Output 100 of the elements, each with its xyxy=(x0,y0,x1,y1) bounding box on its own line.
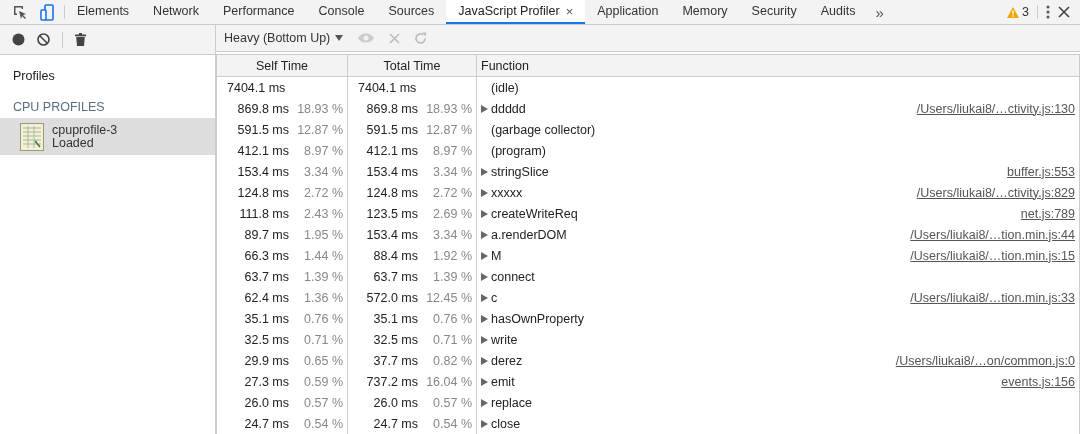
percent-value: 2.72 % xyxy=(432,185,472,200)
time-value: 737.2 ms xyxy=(366,374,418,389)
view-mode-dropdown[interactable]: Heavy (Bottom Up) xyxy=(224,31,344,45)
time-value: 35.1 ms xyxy=(244,311,289,326)
percent-value: 18.93 % xyxy=(425,101,472,116)
time-value: 35.1 ms xyxy=(373,311,418,326)
close-icon[interactable] xyxy=(1058,6,1070,18)
device-toolbar-icon[interactable] xyxy=(40,3,54,21)
time-value: 123.5 ms xyxy=(366,206,418,221)
percent-value: 0.82 % xyxy=(432,353,472,368)
panel-tab[interactable]: JavaScript Profiler × xyxy=(446,0,586,24)
percent-value: 0.65 % xyxy=(303,353,343,368)
function-name: (idle) xyxy=(491,80,519,95)
expand-arrow-icon[interactable] xyxy=(481,209,488,218)
time-value: 37.7 ms xyxy=(373,353,418,368)
expand-arrow-icon[interactable] xyxy=(481,335,488,344)
function-name: write xyxy=(491,332,518,347)
function-name: close xyxy=(491,416,521,431)
percent-value: 2.72 % xyxy=(303,185,343,200)
time-value: 412.1 ms xyxy=(366,143,418,158)
time-value: 591.5 ms xyxy=(366,122,418,137)
time-value: 124.8 ms xyxy=(366,185,418,200)
time-value: 153.4 ms xyxy=(366,164,418,179)
percent-value: 1.92 % xyxy=(432,248,472,263)
source-link[interactable]: /Users/liukai8/…tion.min.js:44 xyxy=(910,227,1075,242)
function-name: emit xyxy=(491,374,515,389)
expand-arrow-icon[interactable] xyxy=(481,167,488,176)
function-name: M xyxy=(491,248,502,263)
trash-icon[interactable] xyxy=(75,33,86,46)
time-value: 29.9 ms xyxy=(244,353,289,368)
panel-tab[interactable]: Audits xyxy=(808,0,868,24)
column-header[interactable]: Total Time xyxy=(347,54,477,77)
time-value: 591.5 ms xyxy=(237,122,289,137)
time-value: 869.8 ms xyxy=(366,101,418,116)
percent-value: 0.76 % xyxy=(303,311,343,326)
panel-tab[interactable]: Console xyxy=(306,0,377,24)
percent-value: 16.04 % xyxy=(425,374,472,389)
panel-tab[interactable]: Network xyxy=(141,0,211,24)
source-link[interactable]: net.js:789 xyxy=(1020,206,1075,221)
function-name: derez xyxy=(491,353,523,368)
record-icon[interactable] xyxy=(12,33,25,46)
function-name: a.renderDOM xyxy=(491,227,567,242)
percent-value: 8.97 % xyxy=(303,143,343,158)
expand-arrow-icon[interactable] xyxy=(481,230,488,239)
time-value: 7404.1 ms xyxy=(227,80,286,95)
time-value: 32.5 ms xyxy=(373,332,418,347)
profiles-heading: Profiles xyxy=(12,68,56,85)
time-value: 63.7 ms xyxy=(244,269,289,284)
clear-icon[interactable] xyxy=(37,33,50,46)
inspect-element-icon[interactable] xyxy=(12,4,28,20)
expand-arrow-icon[interactable] xyxy=(481,293,488,302)
time-value: 412.1 ms xyxy=(237,143,289,158)
percent-value: 0.71 % xyxy=(303,332,343,347)
section-heading: CPU PROFILES xyxy=(12,99,106,116)
time-value: 111.8 ms xyxy=(239,206,289,221)
expand-arrow-icon[interactable] xyxy=(481,188,488,197)
percent-value: 0.57 % xyxy=(432,395,472,410)
percent-value: 0.71 % xyxy=(432,332,472,347)
panel-tab[interactable]: Security xyxy=(739,0,809,24)
source-link[interactable]: /Users/liukai8/…ctivity.js:130 xyxy=(916,101,1075,116)
function-name: stringSlice xyxy=(491,164,549,179)
warning-count[interactable]: 3 xyxy=(1022,5,1029,19)
panel-tab[interactable]: Elements xyxy=(65,0,142,24)
column-header[interactable]: Self Time xyxy=(216,54,348,77)
time-value: 32.5 ms xyxy=(244,332,289,347)
source-link[interactable]: /Users/liukai8/…ctivity.js:829 xyxy=(916,185,1075,200)
time-value: 66.3 ms xyxy=(244,248,289,263)
source-link[interactable]: events.js:156 xyxy=(1001,374,1075,389)
percent-value: 0.54 % xyxy=(303,416,343,431)
time-value: 89.7 ms xyxy=(244,227,289,242)
profile-item[interactable]: cpuprofile-3 Loaded xyxy=(0,118,215,155)
panel-tab[interactable]: Application xyxy=(585,0,671,24)
more-tabs-button[interactable]: » xyxy=(867,0,892,24)
expand-arrow-icon[interactable] xyxy=(481,104,488,113)
percent-value: 3.34 % xyxy=(432,227,472,242)
percent-value: 0.76 % xyxy=(432,311,472,326)
time-value: 62.4 ms xyxy=(244,290,289,305)
percent-value: 0.54 % xyxy=(432,416,472,431)
time-value: 24.7 ms xyxy=(373,416,418,431)
expand-arrow-icon[interactable] xyxy=(481,398,488,407)
expand-arrow-icon[interactable] xyxy=(481,272,488,281)
panel-tab[interactable]: Memory xyxy=(670,0,740,24)
expand-arrow-icon[interactable] xyxy=(481,251,488,260)
source-link[interactable]: buffer.js:553 xyxy=(1007,164,1075,179)
expand-arrow-icon[interactable] xyxy=(481,419,488,428)
panel-tab[interactable]: Sources xyxy=(376,0,447,24)
source-link[interactable]: /Users/liukai8/…tion.min.js:33 xyxy=(910,290,1075,305)
time-value: 153.4 ms xyxy=(366,227,418,242)
expand-arrow-icon[interactable] xyxy=(481,377,488,386)
expand-arrow-icon[interactable] xyxy=(481,356,488,365)
source-link[interactable]: /Users/liukai8/…tion.min.js:15 xyxy=(910,248,1075,263)
more-options-icon[interactable] xyxy=(1046,5,1050,19)
function-name: xxxxx xyxy=(491,185,523,200)
panel-tab[interactable]: Performance xyxy=(210,0,307,24)
percent-value: 12.45 % xyxy=(425,290,472,305)
column-header[interactable]: Function xyxy=(476,54,1080,77)
expand-arrow-icon[interactable] xyxy=(481,314,488,323)
close-tab-icon[interactable]: × xyxy=(565,3,574,19)
time-value: 7404.1 ms xyxy=(358,80,417,95)
source-link[interactable]: /Users/liukai8/…on/common.js:0 xyxy=(895,353,1075,368)
